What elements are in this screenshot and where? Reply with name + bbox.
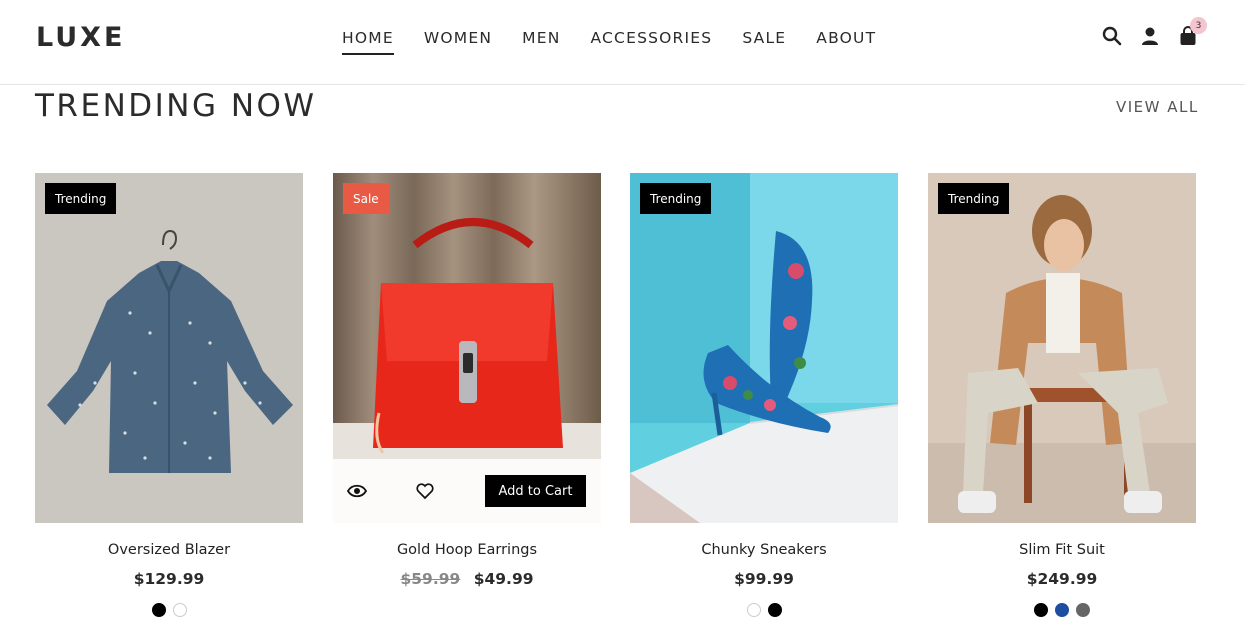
main-nav: HOME WOMEN MEN ACCESSORIES SALE ABOUT bbox=[342, 29, 876, 55]
product-image[interactable]: Trending bbox=[630, 173, 898, 523]
quick-actions-bar: Add to Cart bbox=[333, 459, 601, 523]
section-title: TRENDING NOW bbox=[35, 88, 317, 124]
product-image[interactable]: Trending bbox=[928, 173, 1196, 523]
product-card[interactable]: Trending Oversized Blazer $129.99 bbox=[35, 173, 303, 617]
wishlist-heart-icon[interactable] bbox=[416, 482, 434, 500]
user-icon[interactable] bbox=[1139, 25, 1161, 47]
swatch-black[interactable] bbox=[1034, 603, 1048, 617]
logo[interactable]: LUXE bbox=[36, 22, 125, 53]
price-row: $99.99 bbox=[630, 570, 898, 588]
product-name[interactable]: Gold Hoop Earrings bbox=[333, 542, 601, 558]
nav-accessories[interactable]: ACCESSORIES bbox=[591, 29, 713, 53]
product-name[interactable]: Oversized Blazer bbox=[35, 542, 303, 558]
trending-badge: Trending bbox=[45, 183, 117, 214]
quick-view-eye-icon[interactable] bbox=[346, 482, 368, 500]
header-icons: 3 bbox=[1101, 17, 1207, 47]
trending-badge: Trending bbox=[938, 183, 1010, 214]
nav-men[interactable]: MEN bbox=[522, 29, 560, 53]
product-card[interactable]: Trending Chunky Sneakers $99.99 bbox=[630, 173, 898, 617]
price-row: $129.99 bbox=[35, 570, 303, 588]
swatch-black[interactable] bbox=[767, 603, 782, 617]
trending-badge: Trending bbox=[640, 183, 712, 214]
product-image[interactable]: Trending bbox=[35, 173, 303, 523]
site-header: LUXE HOME WOMEN MEN ACCESSORIES SALE ABO… bbox=[0, 0, 1245, 85]
product-name[interactable]: Slim Fit Suit bbox=[928, 542, 1196, 558]
swatch-blue[interactable] bbox=[1055, 603, 1069, 617]
swatch-white[interactable] bbox=[746, 603, 761, 617]
product-price: $49.99 bbox=[473, 570, 534, 588]
price-row: $249.99 bbox=[928, 570, 1196, 588]
old-price: $59.99 bbox=[400, 570, 461, 588]
product-card[interactable]: Trending Slim Fit Suit $249.99 bbox=[928, 173, 1196, 617]
nav-home[interactable]: HOME bbox=[342, 29, 394, 55]
product-price: $99.99 bbox=[734, 570, 794, 588]
sale-badge: Sale bbox=[343, 183, 389, 214]
product-name[interactable]: Chunky Sneakers bbox=[630, 542, 898, 558]
nav-sale[interactable]: SALE bbox=[742, 29, 786, 53]
color-swatches bbox=[928, 603, 1196, 617]
swatch-gray[interactable] bbox=[1076, 603, 1090, 617]
price-row: $59.99 $49.99 bbox=[333, 570, 601, 588]
product-card[interactable]: Sale Add to Cart Gold Hoop Earrings $59.… bbox=[333, 173, 601, 588]
search-icon[interactable] bbox=[1101, 25, 1123, 47]
product-image[interactable]: Sale Add to Cart bbox=[333, 173, 601, 523]
swatch-black[interactable] bbox=[151, 603, 166, 617]
swatch-white[interactable] bbox=[172, 603, 187, 617]
nav-about[interactable]: ABOUT bbox=[816, 29, 876, 53]
color-swatches bbox=[35, 603, 303, 617]
product-price: $129.99 bbox=[133, 570, 205, 588]
view-all-link[interactable]: VIEW ALL bbox=[1116, 98, 1199, 116]
add-to-cart-button[interactable]: Add to Cart bbox=[485, 475, 586, 507]
product-price: $249.99 bbox=[1026, 570, 1098, 588]
cart-count-badge: 3 bbox=[1190, 17, 1207, 34]
shopping-bag-icon[interactable]: 3 bbox=[1177, 17, 1207, 47]
nav-women[interactable]: WOMEN bbox=[424, 29, 492, 53]
color-swatches bbox=[630, 603, 898, 617]
